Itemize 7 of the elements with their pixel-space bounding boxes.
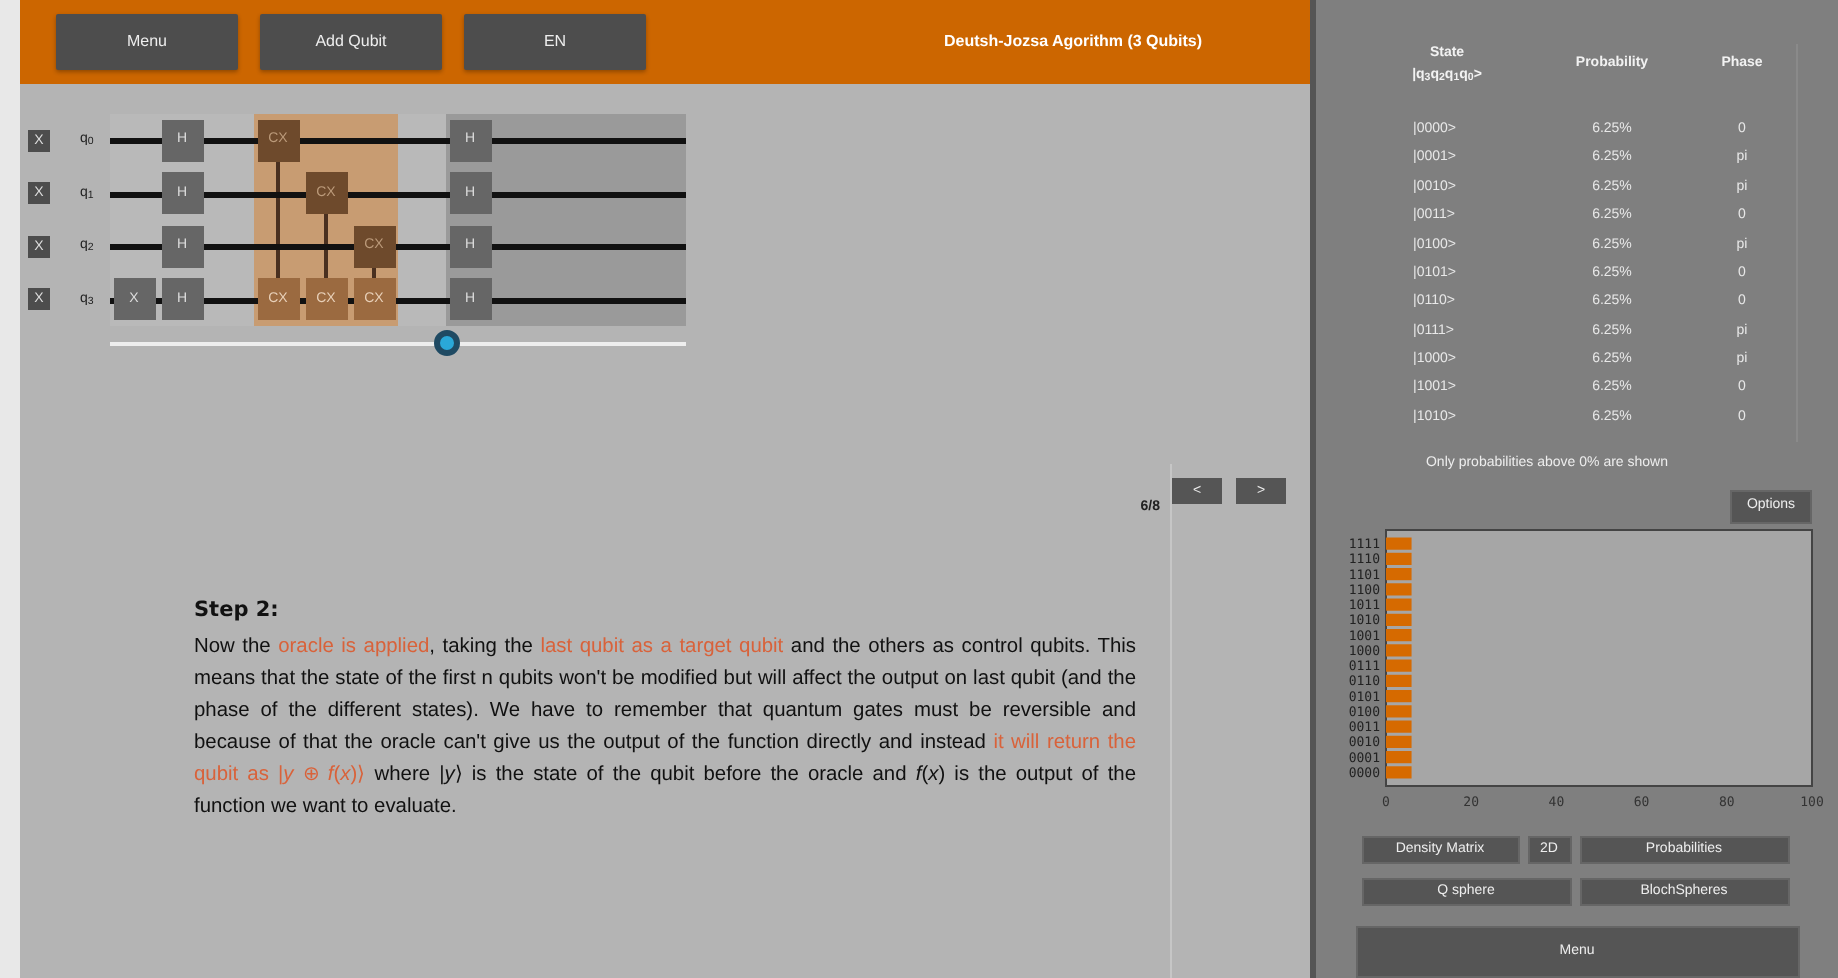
menu-button[interactable]: EN [464,14,646,70]
app-title: Deutsh-Jozsa Agorithm (3 Qubits) [944,30,1203,54]
menu-button[interactable]: Add Qubit [260,14,442,70]
step-explanation: Now the oracle is applied, taking the last qubit as a target qubit and the others as control qubits. This means that the state of the first n qubits won't be modified but will affect the output on last qubit (and the phase of the different states). We have to remember that quantum gates must be reversible and because of that the oracle can't give us the output of the function directly and instead it will return the qubit as |y ⊕ f(x)⟩ where |y⟩ is the state of the qubit before the oracle and f(x) is the output of the function we want to evaluate. [194,634,1136,823]
slider-thumb[interactable] [433,330,460,356]
menu-button[interactable]: Menu [56,14,238,70]
step-heading: Step 2: [194,595,281,625]
